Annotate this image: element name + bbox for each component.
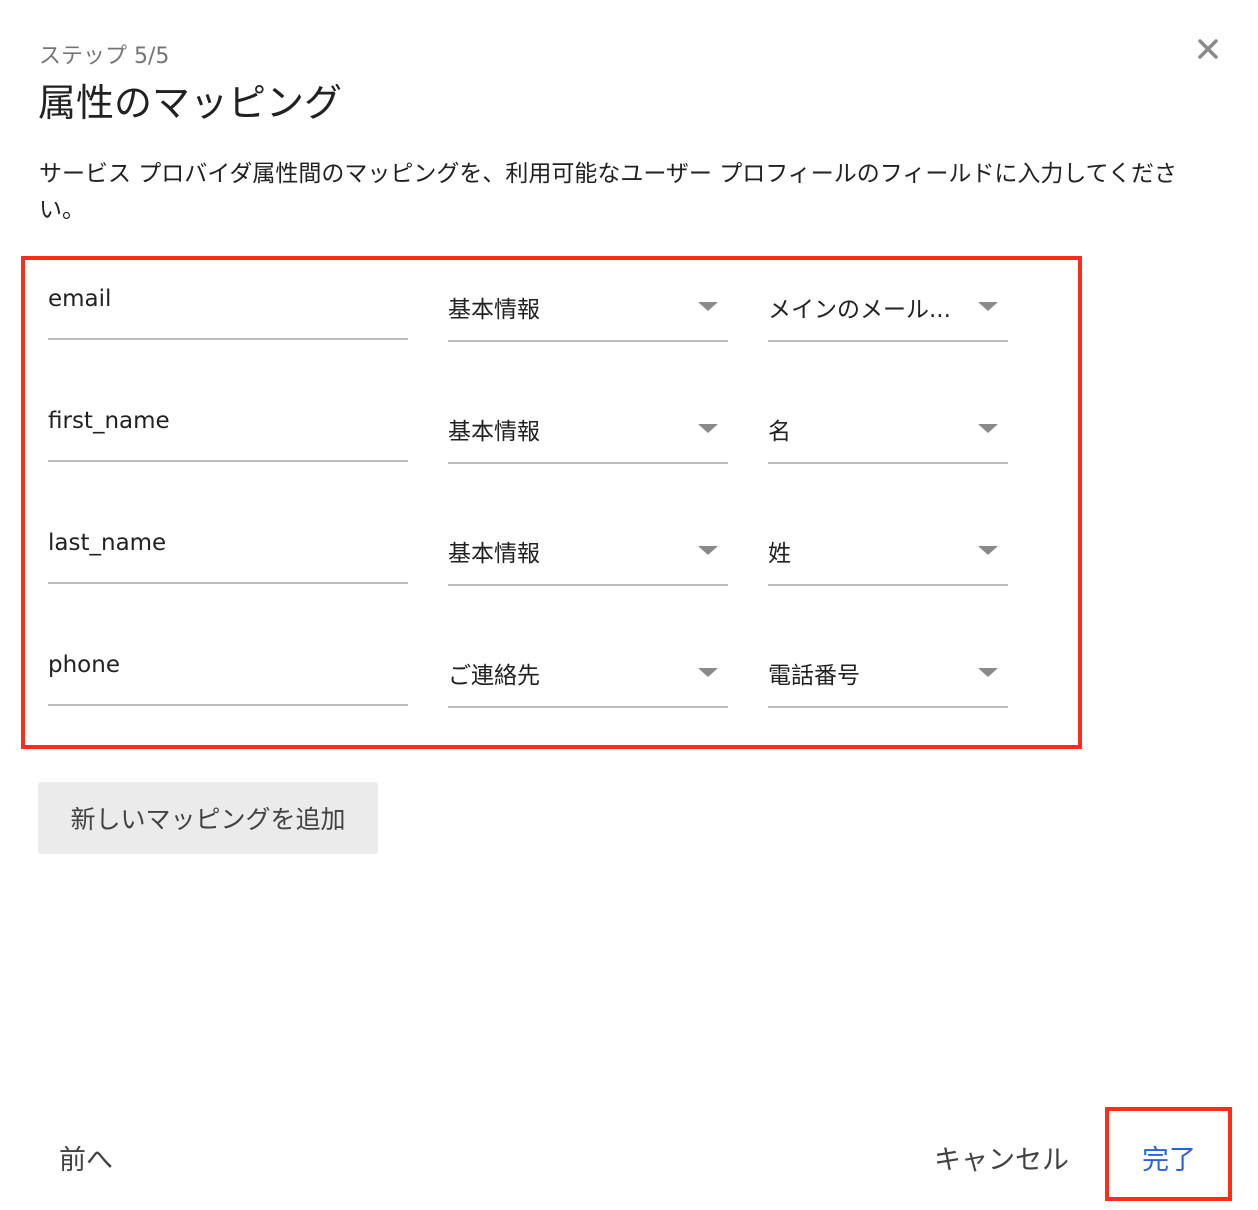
dialog-description: サービス プロバイダ属性間のマッピングを、利用可能なユーザー プロフィールのフィ… [39, 161, 1177, 223]
step-indicator: ステップ 5/5 [39, 44, 170, 69]
mapping-highlight-box [21, 256, 1082, 749]
dialog-title: 属性のマッピング [38, 81, 343, 125]
add-mapping-button[interactable]: 新しいマッピングを追加 [38, 782, 378, 854]
previous-button[interactable]: 前へ [59, 1138, 113, 1177]
done-highlight-box [1105, 1107, 1232, 1201]
close-icon[interactable] [1195, 36, 1221, 62]
cancel-button[interactable]: キャンセル [934, 1138, 1069, 1177]
